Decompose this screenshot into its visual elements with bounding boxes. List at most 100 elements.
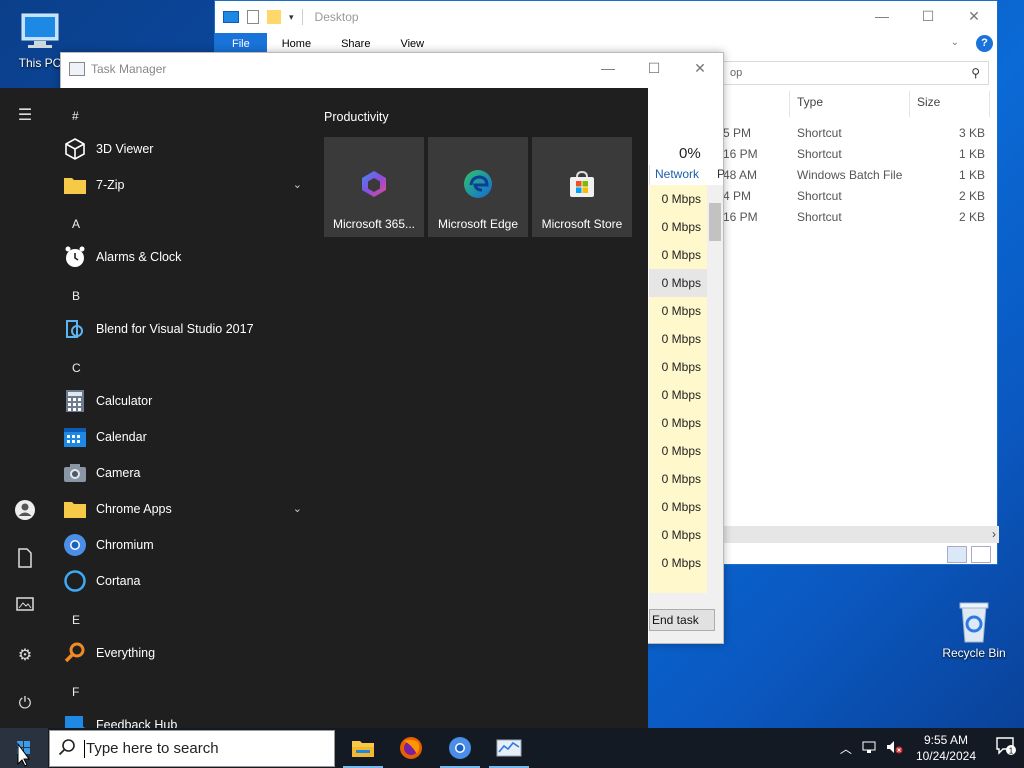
taskbar-task-manager[interactable] (485, 728, 533, 768)
hamburger-menu-icon[interactable]: ☰ (13, 104, 37, 128)
chevron-up-icon[interactable]: ︿ (840, 740, 852, 757)
app-item-calendar[interactable]: Calendar (62, 421, 302, 453)
network-value-cell: 0 Mbps (661, 416, 701, 430)
maximize-button[interactable]: ☐ (905, 1, 951, 31)
documents-icon[interactable] (13, 548, 37, 572)
app-item-calculator[interactable]: Calculator (62, 385, 302, 417)
chevron-down-icon[interactable]: ⌄ (293, 178, 302, 191)
expand-ribbon-icon[interactable]: ⌄ (951, 37, 959, 48)
network-icon[interactable] (862, 740, 878, 757)
file-row[interactable]: 4 PM Shortcut 2 KB (723, 186, 993, 206)
column-header-network[interactable]: Network (655, 167, 699, 181)
file-row[interactable]: 16 PM Shortcut 1 KB (723, 144, 993, 164)
network-value-cell: 0 Mbps (661, 472, 701, 486)
column-divider (989, 91, 990, 117)
edge-icon (463, 169, 493, 199)
user-account-icon[interactable] (13, 499, 37, 523)
details-view-icon[interactable] (947, 546, 967, 563)
blend-icon (62, 316, 88, 342)
notification-center-icon[interactable]: 1 (988, 736, 1024, 761)
chromium-icon (62, 532, 88, 558)
taskbar-search-input[interactable]: Type here to search (49, 730, 335, 767)
vertical-scrollbar[interactable]: ⌄ (707, 185, 723, 633)
column-header-size[interactable]: Size (917, 95, 940, 109)
chevron-down-icon[interactable]: ⌄ (293, 502, 302, 515)
column-header-p[interactable]: P (717, 167, 725, 181)
pictures-icon[interactable] (13, 596, 37, 620)
network-value-cell: 0 Mbps (661, 248, 701, 262)
app-item-alarms-clock[interactable]: Alarms & Clock (62, 241, 302, 273)
section-letter[interactable]: F (72, 685, 79, 699)
column-divider (789, 91, 790, 117)
column-header-type[interactable]: Type (797, 95, 823, 109)
search-input[interactable]: op ⚲ (723, 61, 989, 85)
search-icon: ⚲ (971, 66, 980, 80)
cube-icon (62, 136, 88, 162)
network-value-cell: 0 Mbps (661, 360, 701, 374)
app-item-chromium[interactable]: Chromium (62, 529, 302, 561)
properties-icon[interactable] (247, 10, 259, 24)
windows-logo-icon (17, 741, 30, 767)
file-explorer-icon (352, 741, 374, 757)
app-item-blend[interactable]: Blend for Visual Studio 2017 (62, 313, 302, 345)
section-letter[interactable]: A (72, 217, 80, 231)
column-divider (909, 91, 910, 117)
taskbar-firefox[interactable] (387, 728, 435, 768)
app-item-3d-viewer[interactable]: 3D Viewer (62, 133, 302, 165)
start-button[interactable] (0, 728, 48, 768)
minimize-button[interactable]: — (859, 1, 905, 31)
network-value-cell: 0 Mbps (661, 220, 701, 234)
tile-group-title[interactable]: Productivity (324, 110, 389, 124)
microsoft-365-icon (359, 169, 389, 199)
app-item-feedback-hub[interactable]: Feedback Hub (62, 709, 302, 728)
quick-access-toolbar: ▾ (223, 9, 303, 25)
taskbar: Type here to search ︿ 9:55 AM 10/24/2024… (0, 728, 1024, 768)
app-item-7-zip[interactable]: 7-Zip ⌄ (62, 169, 302, 201)
network-value-cell: 0 Mbps (661, 556, 701, 570)
cortana-icon (62, 568, 88, 594)
section-letter[interactable]: C (72, 361, 81, 375)
settings-gear-icon[interactable]: ⚙ (13, 644, 37, 668)
app-list: # 3D Viewer 7-Zip ⌄ A Alarms & Clock B B… (50, 88, 310, 728)
help-icon[interactable]: ? (976, 35, 993, 52)
window-title: Desktop (314, 10, 359, 24)
scrollbar-thumb[interactable] (709, 203, 721, 241)
close-button[interactable]: ✕ (951, 1, 997, 31)
minimize-button[interactable]: — (585, 53, 631, 83)
app-item-camera[interactable]: Camera (62, 457, 302, 489)
app-item-everything[interactable]: Everything (62, 637, 302, 669)
clock-icon (62, 244, 88, 270)
clock-date: 10/24/2024 (915, 749, 976, 763)
file-row[interactable]: 16 PM Shortcut 2 KB (723, 207, 993, 227)
chevron-down-icon[interactable]: ▾ (289, 12, 294, 23)
scroll-right-icon[interactable]: › (992, 527, 996, 541)
maximize-button[interactable]: ☐ (631, 53, 677, 83)
section-letter[interactable]: E (72, 613, 80, 627)
horizontal-scrollbar[interactable]: › (723, 526, 999, 543)
power-icon[interactable]: ⏻ (13, 692, 37, 716)
taskbar-chromium[interactable] (436, 728, 484, 768)
file-row[interactable]: 48 AM Windows Batch File 1 KB (723, 165, 993, 185)
large-icons-view-icon[interactable] (971, 546, 991, 563)
new-folder-icon[interactable] (267, 10, 281, 24)
desktop-icon-recycle-bin[interactable]: Recycle Bin (938, 600, 1010, 660)
task-manager-icon (69, 62, 85, 76)
section-letter[interactable]: # (72, 109, 79, 123)
tile-microsoft-store[interactable]: Microsoft Store (532, 137, 632, 237)
tile-label: Microsoft 365... (332, 217, 416, 231)
section-letter[interactable]: B (72, 289, 80, 303)
network-percent: 0% (679, 145, 701, 162)
app-item-cortana[interactable]: Cortana (62, 565, 302, 597)
network-value-cell: 0 Mbps (661, 528, 701, 542)
clock[interactable]: 9:55 AM 10/24/2024 (916, 732, 976, 764)
end-task-button[interactable]: End task (649, 609, 715, 631)
tile-microsoft-365[interactable]: Microsoft 365... (324, 137, 424, 237)
window-controls: — ☐ ✕ (585, 53, 723, 83)
volume-muted-icon[interactable] (886, 740, 904, 757)
task-manager-icon (496, 739, 522, 757)
tile-microsoft-edge[interactable]: Microsoft Edge (428, 137, 528, 237)
app-item-chrome-apps[interactable]: Chrome Apps ⌄ (62, 493, 302, 525)
close-button[interactable]: ✕ (677, 53, 723, 83)
file-row[interactable]: 5 PM Shortcut 3 KB (723, 123, 993, 143)
taskbar-file-explorer[interactable] (339, 728, 387, 768)
